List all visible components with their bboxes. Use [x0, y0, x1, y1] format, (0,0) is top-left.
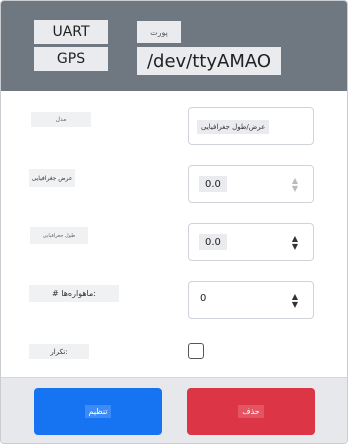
ok-button[interactable]: تنظیم: [34, 388, 162, 435]
gps-settings-dialog: UART GPS پورت /dev/ttyAMAO مدل عرض/طول ج…: [0, 0, 348, 444]
longitude-value: 0.0: [199, 234, 227, 250]
satellites-label: # ماهواره‌ها:: [29, 285, 119, 302]
model-label: مدل: [31, 112, 91, 127]
gps-tab[interactable]: GPS: [34, 47, 108, 71]
dialog-header: UART GPS پورت /dev/ttyAMAO: [1, 1, 347, 91]
longitude-stepper[interactable]: ▲ ▼: [290, 235, 300, 251]
repeat-label: تکرار:: [29, 344, 89, 359]
longitude-label: طول جغرافیایی: [30, 227, 88, 244]
model-select[interactable]: عرض/طول جغرافیایی: [188, 107, 314, 145]
latitude-stepper[interactable]: ▲ ▼: [290, 177, 300, 193]
satellites-input[interactable]: 0 ▲ ▼: [188, 281, 314, 319]
delete-button-label: حذف: [238, 405, 264, 418]
repeat-checkbox[interactable]: [188, 343, 204, 359]
uart-tab[interactable]: UART: [34, 20, 108, 44]
delete-button[interactable]: حذف: [187, 388, 315, 435]
port-label: پورت: [137, 21, 181, 43]
longitude-input[interactable]: 0.0 ▲ ▼: [188, 223, 314, 261]
model-value: عرض/طول جغرافیایی: [197, 120, 270, 134]
dialog-footer: تنظیم حذف: [1, 377, 347, 443]
device-path: /dev/ttyAMAO: [137, 47, 281, 75]
ok-button-label: تنظیم: [84, 405, 112, 418]
latitude-label: عرض جغرافیایی: [29, 169, 75, 187]
chevron-down-icon[interactable]: ▼: [292, 185, 298, 193]
satellites-stepper[interactable]: ▲ ▼: [290, 293, 300, 309]
latitude-value: 0.0: [199, 176, 227, 192]
latitude-input[interactable]: 0.0 ▲ ▼: [188, 165, 314, 203]
chevron-down-icon[interactable]: ▼: [292, 243, 298, 251]
satellites-value: 0: [200, 293, 207, 304]
chevron-down-icon[interactable]: ▼: [292, 301, 298, 309]
